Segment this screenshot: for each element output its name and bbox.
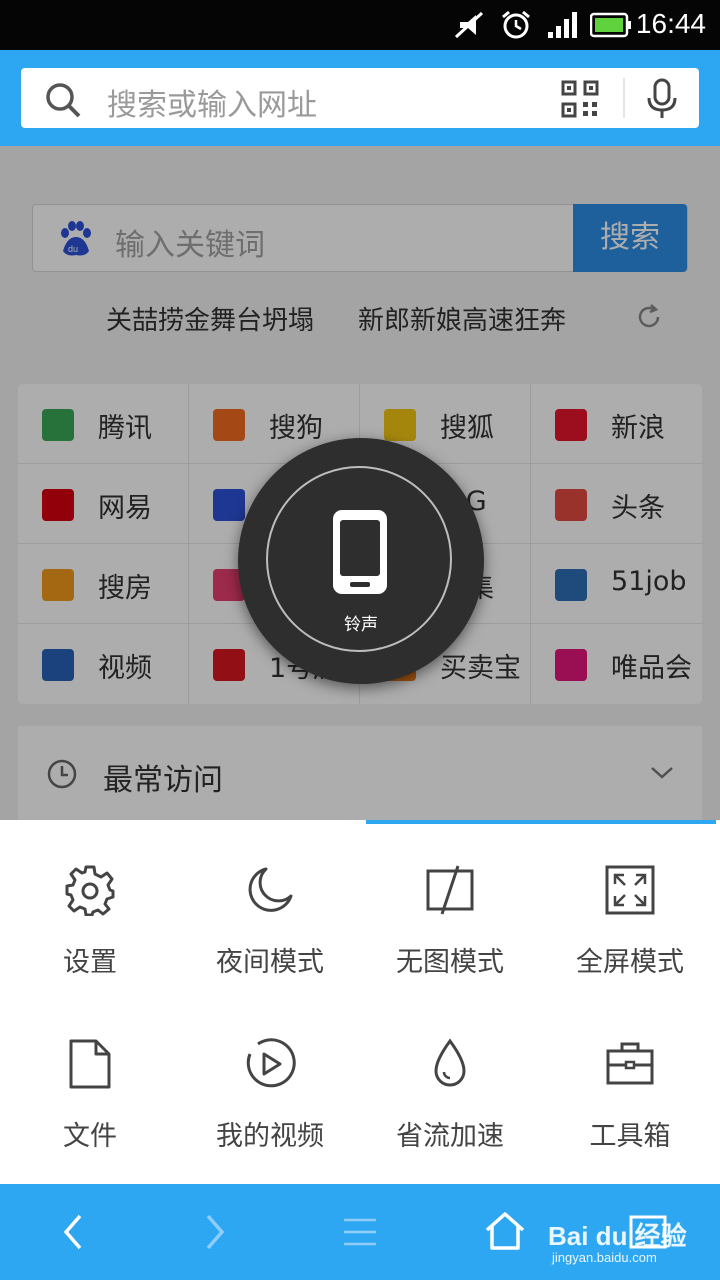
- browser-menu: 设置 夜间模式 无图模式 全屏模式 文件 我的视频 省流加速 工具箱: [0, 820, 720, 1184]
- gear-icon: [65, 865, 115, 916]
- watermark-url: jingyan.baidu.com: [552, 1250, 657, 1265]
- alarm-icon: [502, 10, 530, 39]
- menu-label: 文件: [63, 1121, 117, 1152]
- back-icon[interactable]: [58, 1212, 88, 1252]
- signal-icon: [548, 12, 577, 38]
- ringer-mode-toast: 铃声: [238, 438, 484, 684]
- top-bar: 搜索或输入网址: [0, 50, 720, 146]
- search-icon: [46, 83, 81, 118]
- no-image-icon: [426, 865, 474, 915]
- drop-icon: [434, 1038, 466, 1087]
- forward-icon[interactable]: [200, 1212, 230, 1252]
- battery-icon: [590, 12, 631, 38]
- watermark-brand: Bai du 经验: [548, 1221, 687, 1251]
- menu-toolbox[interactable]: 工具箱: [540, 994, 720, 1152]
- menu-settings[interactable]: 设置: [0, 820, 180, 978]
- clock: 16:44: [635, 8, 706, 39]
- moon-icon: [248, 867, 293, 912]
- home-icon[interactable]: [484, 1210, 526, 1252]
- toolbox-icon: [606, 1042, 654, 1085]
- menu-label: 全屏模式: [576, 947, 684, 978]
- menu-night-mode[interactable]: 夜间模式: [180, 820, 360, 978]
- address-bar[interactable]: 搜索或输入网址: [21, 68, 699, 128]
- menu-label: 无图模式: [396, 947, 504, 978]
- menu-label: 我的视频: [216, 1121, 324, 1152]
- divider: [623, 78, 625, 118]
- menu-label: 夜间模式: [216, 947, 324, 978]
- menu-label: 工具箱: [589, 1121, 671, 1152]
- menu-label: 省流加速: [396, 1121, 504, 1152]
- play-icon: [246, 1038, 296, 1088]
- menu-icon[interactable]: [342, 1212, 378, 1252]
- menu-no-image-mode[interactable]: 无图模式: [360, 820, 540, 978]
- microphone-icon[interactable]: [645, 78, 679, 120]
- file-icon: [69, 1039, 111, 1089]
- status-bar: 16:44: [0, 0, 720, 50]
- mute-icon: [454, 11, 484, 39]
- fullscreen-icon: [605, 865, 655, 915]
- menu-files[interactable]: 文件: [0, 994, 180, 1152]
- menu-data-saver[interactable]: 省流加速: [360, 994, 540, 1152]
- menu-label: 设置: [63, 947, 117, 978]
- menu-my-videos[interactable]: 我的视频: [180, 994, 360, 1152]
- address-placeholder: 搜索或输入网址: [107, 88, 317, 123]
- menu-fullscreen-mode[interactable]: 全屏模式: [540, 820, 720, 978]
- ringer-label: 铃声: [344, 615, 378, 635]
- qr-code-icon[interactable]: [561, 80, 599, 118]
- phone-icon: [333, 510, 387, 594]
